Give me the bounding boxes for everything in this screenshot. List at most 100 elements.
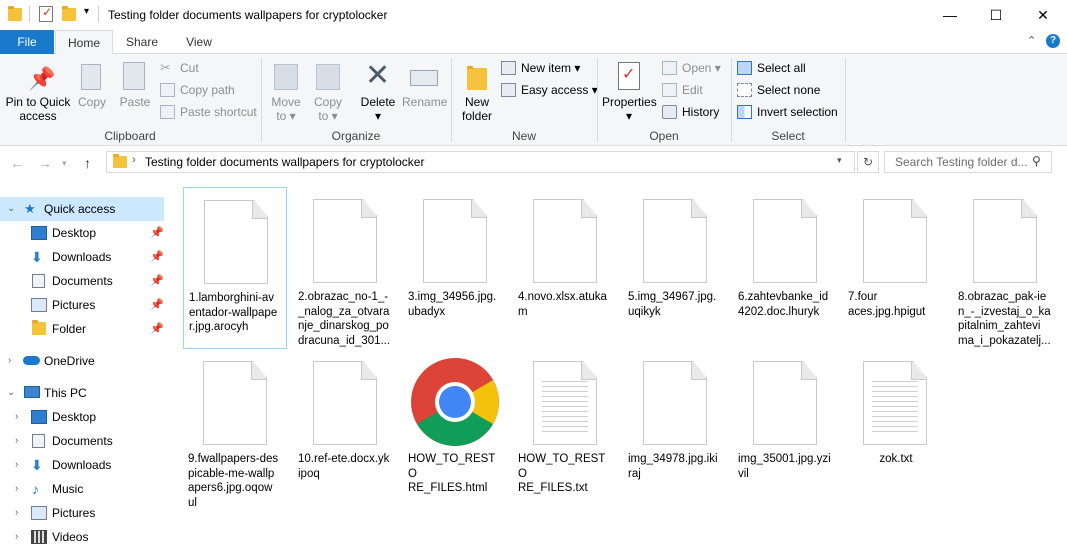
file-name: 9.fwallpapers-des picable-me-wallp apers6.… (188, 453, 279, 509)
file-item[interactable]: HOW_TO_RESTO RE_FILES.html (403, 349, 507, 511)
tab-file[interactable]: File (0, 30, 54, 54)
new-item-button[interactable]: New item ▾ (501, 59, 580, 77)
pin-icon[interactable]: 📌 (150, 245, 164, 269)
expand-chevron-icon[interactable]: ⌄ (7, 381, 15, 405)
nav-pc-downloads[interactable]: › ⬇ Downloads (0, 453, 164, 477)
cut-button[interactable]: ✂ Cut (160, 59, 199, 77)
file-item[interactable]: 9.fwallpapers-des picable-me-wallp apers6.… (183, 349, 287, 511)
expand-chevron-icon[interactable]: › (15, 453, 18, 477)
pictures-icon (31, 298, 47, 312)
pin-icon[interactable]: 📌 (150, 269, 164, 293)
file-item[interactable]: zok.txt (843, 349, 947, 511)
nav-qa-downloads[interactable]: ⬇ Downloads 📌 (0, 245, 164, 269)
pin-icon[interactable]: 📌 (150, 317, 164, 341)
copy-path-button[interactable]: Copy path (160, 81, 235, 99)
select-none-button[interactable]: Select none (737, 81, 820, 99)
nav-pc-documents[interactable]: › Documents (0, 429, 164, 453)
file-item[interactable]: 2.obrazac_no-1_- _nalog_za_otvara nje_dina… (293, 187, 397, 349)
file-item[interactable]: 6.zahtevbanke_id 4202.doc.lhuryk (733, 187, 837, 349)
select-all-button[interactable]: Select all (737, 59, 806, 77)
nav-qa-folder[interactable]: Folder 📌 (0, 317, 164, 341)
file-item[interactable]: HOW_TO_RESTO RE_FILES.txt (513, 349, 617, 511)
expand-chevron-icon[interactable]: › (15, 429, 18, 453)
forward-arrow-icon[interactable]: → (38, 155, 52, 171)
history-button[interactable]: History (662, 103, 719, 121)
expand-chevron-icon[interactable]: ⌄ (7, 197, 15, 221)
tab-share[interactable]: Share (118, 30, 166, 54)
file-item[interactable]: 1.lamborghini-av entador-wallpape r.jpg.ar… (183, 187, 287, 349)
nav-this-pc[interactable]: ⌄ This PC (0, 381, 164, 405)
expand-chevron-icon[interactable]: › (15, 477, 18, 501)
expand-chevron-icon[interactable]: › (15, 525, 18, 549)
rename-button[interactable]: Rename (402, 58, 447, 128)
copy-to-button[interactable]: Copy to ▾ (308, 58, 348, 128)
file-item[interactable]: img_34978.jpg.iki raj (623, 349, 727, 511)
tab-home[interactable]: Home (55, 30, 113, 55)
move-to-button[interactable]: Move to ▾ (266, 58, 306, 128)
file-name: 5.img_34967.jpg. uqikyk (628, 291, 717, 318)
new-folder-button[interactable]: New folder (456, 58, 498, 128)
star-icon: ★ (24, 201, 36, 216)
up-arrow-icon[interactable]: ↑ (84, 155, 91, 171)
pin-icon[interactable]: 📌 (150, 221, 164, 245)
back-arrow-icon[interactable]: ← (10, 155, 24, 171)
properties-check-icon[interactable]: ✓ (39, 5, 53, 22)
file-item[interactable]: 3.img_34956.jpg. ubadyx (403, 187, 507, 349)
file-item[interactable]: 4.novo.xlsx.atuka m (513, 187, 617, 349)
nav-qa-desktop[interactable]: Desktop 📌 (0, 221, 164, 245)
file-item[interactable]: 7.four aces.jpg.hpigut (843, 187, 947, 349)
easy-access-button[interactable]: Easy access ▾ (501, 81, 598, 99)
nav-qa-documents[interactable]: Documents 📌 (0, 269, 164, 293)
file-item[interactable]: 10.ref-ete.docx.yk ipoq (293, 349, 397, 511)
copy-button[interactable]: Copy (75, 58, 109, 128)
search-input[interactable]: Search Testing folder d... (884, 151, 1052, 173)
nav-pc-music[interactable]: › ♪ Music (0, 477, 164, 501)
tab-view[interactable]: View (176, 30, 222, 54)
file-item[interactable]: 5.img_34967.jpg. uqikyk (623, 187, 727, 349)
paste-icon (123, 62, 145, 90)
blank-document-icon (643, 199, 707, 283)
nav-qa-pictures[interactable]: Pictures 📌 (0, 293, 164, 317)
file-item[interactable]: img_35001.jpg.yzi vil (733, 349, 837, 511)
help-icon[interactable]: ? (1046, 34, 1060, 48)
new-folder-icon[interactable] (62, 6, 76, 21)
maximize-button[interactable]: ☐ (973, 0, 1019, 30)
minimize-button[interactable]: — (927, 0, 973, 30)
nav-onedrive[interactable]: › OneDrive (0, 349, 164, 373)
file-item[interactable]: 8.obrazac_pak-ie n_-_izvestaj_o_ka pitalni… (953, 187, 1057, 349)
breadcrumb-path[interactable]: Testing folder documents wallpapers for … (145, 155, 424, 169)
expand-chevron-icon[interactable]: › (15, 405, 18, 429)
file-name: HOW_TO_RESTO RE_FILES.txt (518, 453, 606, 494)
recent-locations-chevron-icon[interactable]: ▾ (62, 158, 67, 169)
nav-pc-videos[interactable]: › Videos (0, 525, 164, 549)
expand-chevron-icon[interactable]: › (15, 501, 18, 525)
address-dropdown-icon[interactable]: ▾ (837, 155, 842, 166)
nav-label: This PC (44, 386, 87, 400)
breadcrumb-chevron-icon[interactable]: › (132, 154, 136, 166)
open-icon (662, 61, 677, 75)
delete-button[interactable]: ✕ Delete ▾ (358, 58, 398, 128)
search-icon[interactable]: ⚲ (1032, 154, 1041, 168)
blank-document-icon (863, 199, 927, 283)
navigation-pane: ⌄ ★ Quick access Desktop 📌 ⬇ Downloads 📌… (0, 188, 166, 547)
nav-pc-pictures[interactable]: › Pictures (0, 501, 164, 525)
close-button[interactable]: ✕ (1020, 0, 1066, 30)
edit-button[interactable]: Edit (662, 81, 703, 99)
pin-icon[interactable]: 📌 (150, 293, 164, 317)
refresh-icon[interactable]: ↻ (857, 151, 879, 173)
paste-shortcut-button[interactable]: Paste shortcut (160, 103, 257, 121)
nav-pc-desktop[interactable]: › Desktop (0, 405, 164, 429)
customize-qa-dropdown-icon[interactable]: ▾ (84, 6, 89, 17)
nav-quick-access[interactable]: ⌄ ★ Quick access (0, 197, 164, 221)
paste-shortcut-label: Paste shortcut (180, 105, 257, 119)
properties-button[interactable]: ✓ Properties ▾ (602, 58, 657, 128)
text-document-icon (863, 361, 927, 445)
paste-button[interactable]: Paste (116, 58, 154, 128)
address-bar[interactable]: › Testing folder documents wallpapers fo… (106, 151, 855, 173)
open-button[interactable]: Open ▾ (662, 59, 721, 77)
invert-selection-button[interactable]: Invert selection (737, 103, 838, 121)
expand-chevron-icon[interactable]: › (8, 349, 11, 373)
pin-to-quick-access-button[interactable]: 📌 Pin to Quick access (4, 58, 72, 128)
easy-access-icon (501, 83, 516, 97)
minimize-ribbon-chevron-icon[interactable]: ⌃ (1027, 34, 1036, 47)
